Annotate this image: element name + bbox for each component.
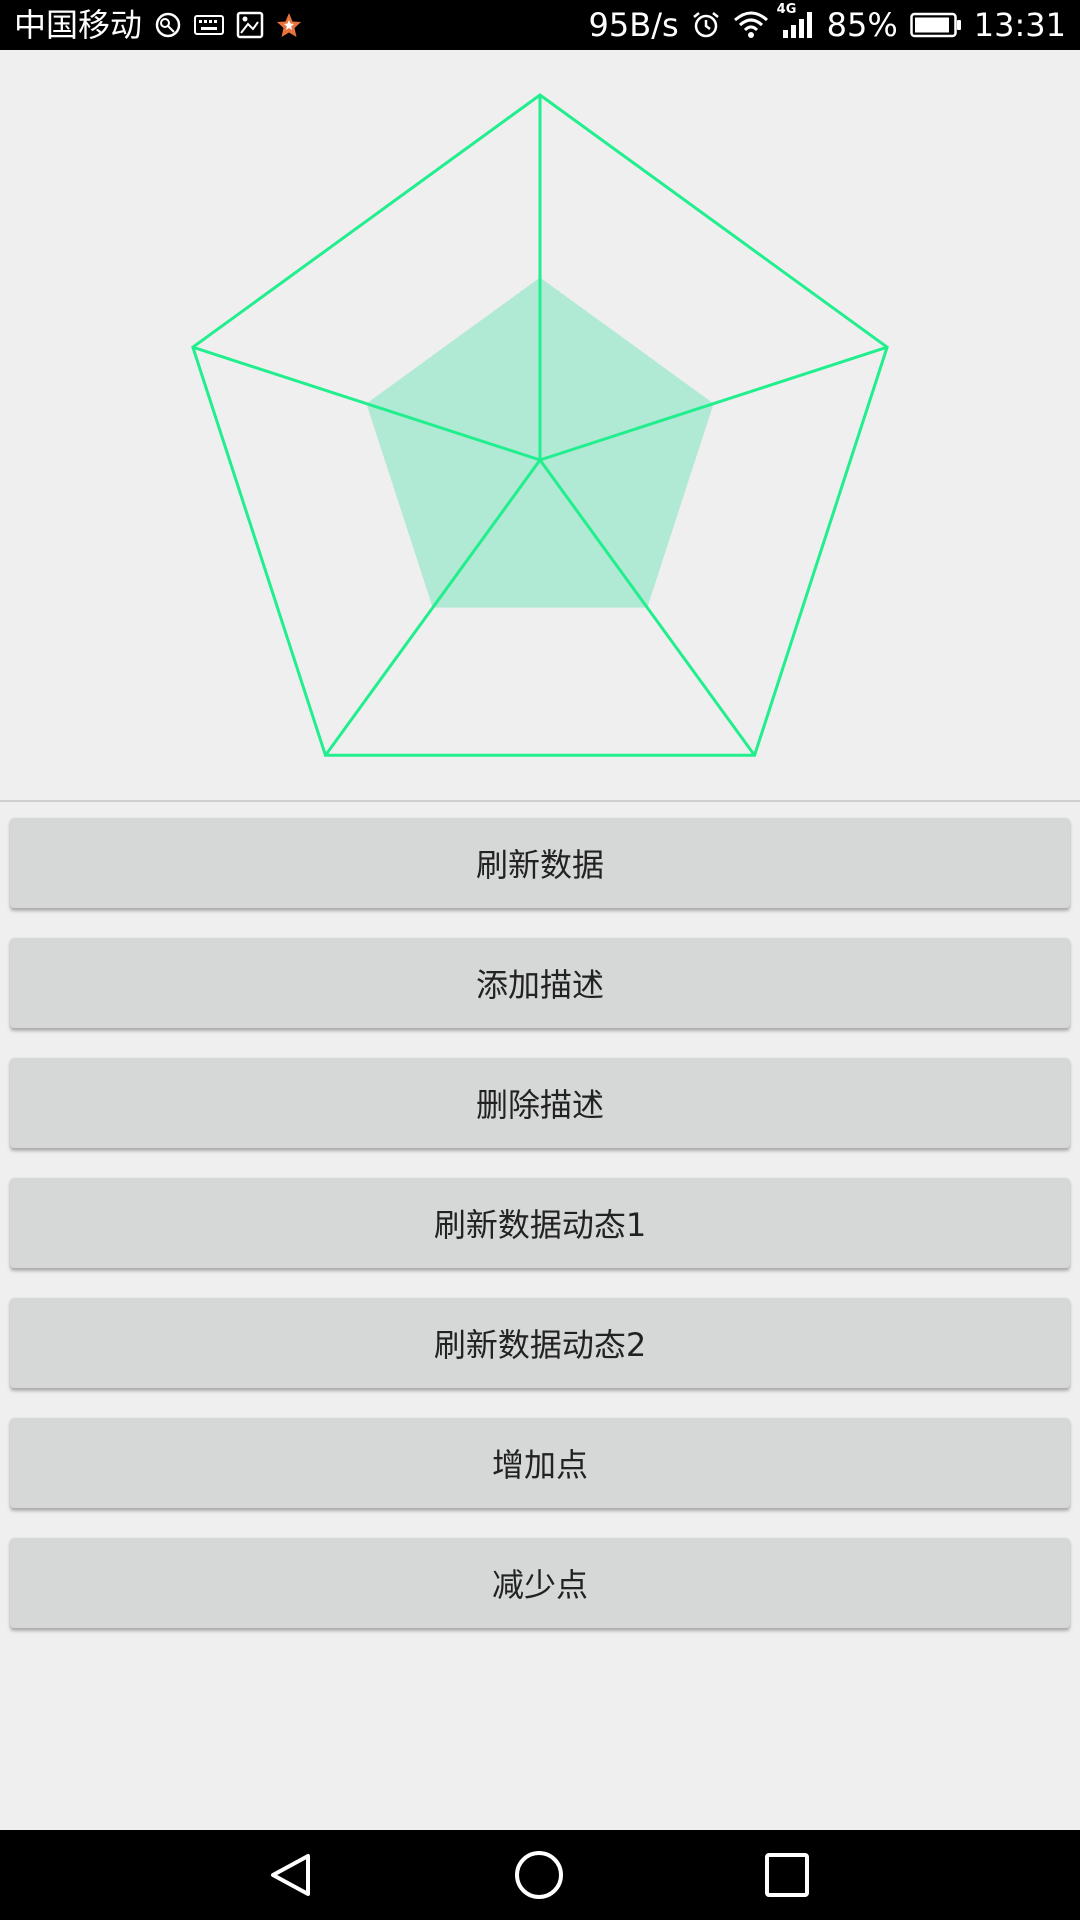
status-bar-left: 中国移动 [14, 9, 302, 41]
keyboard-icon [194, 13, 225, 37]
home-icon[interactable] [515, 1851, 563, 1899]
radar-chart [191, 93, 889, 757]
status-bar-right: 95B/s 4G 85% 13:31 [588, 2, 1066, 44]
carrier-name: 中国移动 [14, 6, 143, 44]
refresh-data-animated-2-button[interactable]: 刷新数据动态2 [10, 1298, 1070, 1388]
status-bar: 中国移动 95B/s 4G 85% 13:31 [0, 0, 1080, 50]
radar-chart-container [0, 50, 1080, 800]
back-icon[interactable] [271, 1854, 310, 1896]
clock-time: 13:31 [973, 6, 1066, 44]
navigation-bar [0, 1830, 1080, 1920]
divider [0, 800, 1080, 802]
image-icon [236, 11, 264, 39]
network-speed: 95B/s [588, 6, 679, 44]
signal-icon: 4G [777, 2, 815, 40]
add-description-button[interactable]: 添加描述 [10, 938, 1070, 1028]
wifi-icon [733, 10, 769, 40]
add-point-button[interactable]: 增加点 [10, 1418, 1070, 1508]
vpn-key-icon [154, 11, 182, 39]
alarm-icon [691, 10, 721, 40]
battery-icon [910, 11, 962, 39]
recents-icon[interactable] [765, 1853, 809, 1897]
star-app-icon [276, 12, 302, 38]
refresh-data-button[interactable]: 刷新数据 [10, 818, 1070, 908]
network-type-label: 4G [776, 2, 797, 17]
remove-point-button[interactable]: 减少点 [10, 1538, 1070, 1628]
battery-percent: 85% [826, 6, 898, 44]
delete-description-button[interactable]: 删除描述 [10, 1058, 1070, 1148]
refresh-data-animated-1-button[interactable]: 刷新数据动态1 [10, 1178, 1070, 1268]
